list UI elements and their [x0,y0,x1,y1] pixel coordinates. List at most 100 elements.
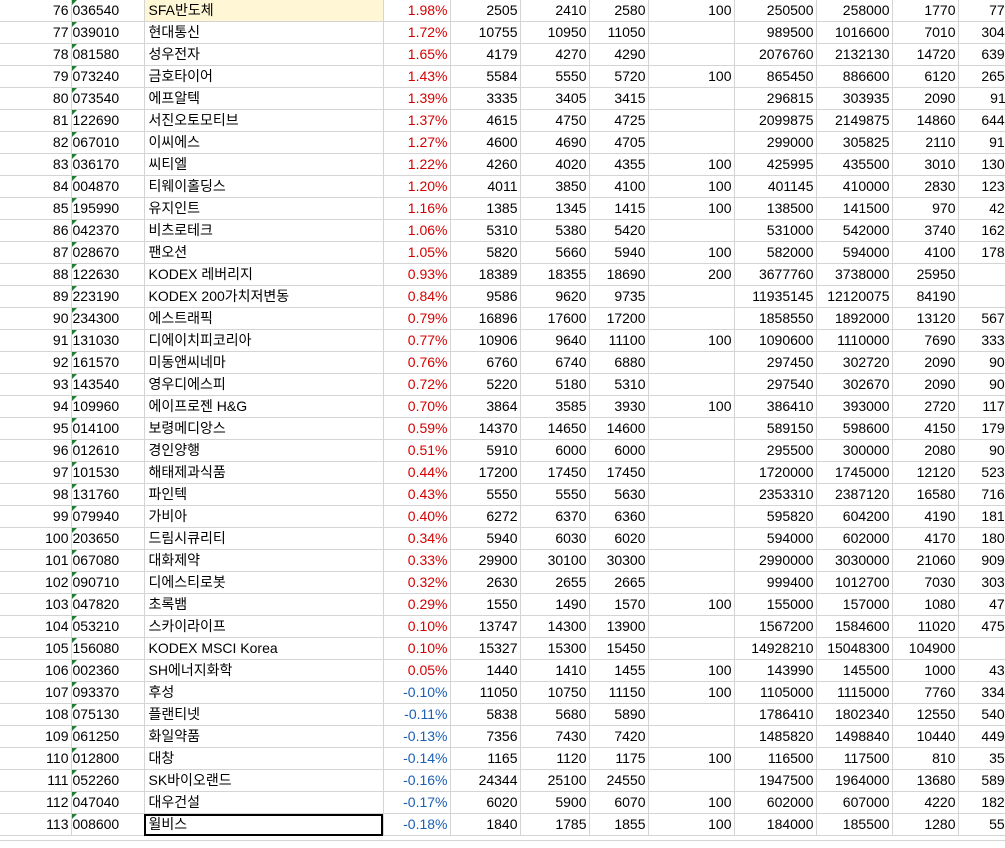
row-index-cell[interactable]: 87 [0,241,72,264]
amount-cell-1[interactable]: 1786410 [734,703,817,726]
amount-cell-2[interactable]: 598600 [816,417,893,440]
unit-cell[interactable] [648,571,735,594]
change-rate-cell[interactable]: 0.84% [383,285,451,308]
unit-cell[interactable]: 100 [648,659,735,682]
row-index-cell[interactable]: 103 [0,593,72,616]
amount-cell-4[interactable]: 6449 [958,109,1005,132]
row-index-cell[interactable]: 91 [0,329,72,352]
price-cell-1[interactable]: 2630 [450,571,521,594]
stock-name-cell[interactable]: 이씨에스 [144,131,384,154]
row-index-cell[interactable]: 96 [0,439,72,462]
price-cell-3[interactable]: 4290 [589,43,649,66]
amount-cell-4[interactable]: 352 [958,747,1005,770]
price-cell-3[interactable]: 11100 [589,329,649,352]
amount-cell-4[interactable]: 424 [958,197,1005,220]
price-cell-1[interactable]: 5820 [450,241,521,264]
price-cell-1[interactable]: 17200 [450,461,521,484]
price-cell-1[interactable]: 1550 [450,593,521,616]
amount-cell-4[interactable]: 1795 [958,417,1005,440]
stock-name-cell[interactable]: 대창 [144,747,384,770]
price-cell-3[interactable]: 17450 [589,461,649,484]
amount-cell-3[interactable]: 2110 [892,131,959,154]
stock-name-cell[interactable]: 초록뱀 [144,593,384,616]
price-cell-2[interactable]: 4750 [520,109,590,132]
amount-cell-2[interactable]: 117500 [816,747,893,770]
change-rate-cell[interactable]: 1.39% [383,87,451,110]
amount-cell-1[interactable]: 595820 [734,505,817,528]
row-index-cell[interactable]: 100 [0,527,72,550]
unit-cell[interactable] [648,637,735,660]
change-rate-cell[interactable]: 0.05% [383,659,451,682]
amount-cell-3[interactable]: 970 [892,197,959,220]
stock-name-cell[interactable]: SFA반도체 [144,0,384,22]
amount-cell-1[interactable]: 531000 [734,219,817,242]
price-cell-3[interactable]: 7420 [589,725,649,748]
amount-cell-2[interactable]: 157000 [816,593,893,616]
amount-cell-2[interactable]: 3030000 [816,549,893,572]
row-index-cell[interactable]: 99 [0,505,72,528]
price-cell-3[interactable]: 6880 [589,351,649,374]
price-cell-2[interactable]: 5380 [520,219,590,242]
price-cell-3[interactable]: 1855 [589,813,649,836]
change-rate-cell[interactable]: 0.59% [383,417,451,440]
unit-cell[interactable] [648,725,735,748]
price-cell-1[interactable]: 6760 [450,351,521,374]
change-rate-cell[interactable]: 1.22% [383,153,451,176]
amount-cell-1[interactable]: 14928210 [734,637,817,660]
row-index-cell[interactable]: 112 [0,791,72,814]
stock-code-cell[interactable]: 002360 [71,659,145,682]
price-cell-3[interactable]: 4355 [589,153,649,176]
price-cell-1[interactable]: 1440 [450,659,521,682]
unit-cell[interactable] [648,373,735,396]
row-index-cell[interactable]: 88 [0,263,72,286]
stock-code-cell[interactable]: 122690 [71,109,145,132]
amount-cell-2[interactable]: 1110000 [816,329,893,352]
amount-cell-2[interactable]: 302670 [816,373,893,396]
stock-code-cell[interactable]: 067010 [71,131,145,154]
unit-cell[interactable]: 100 [648,681,735,704]
stock-code-cell[interactable]: 143540 [71,373,145,396]
stock-code-cell[interactable]: 004870 [71,175,145,198]
stock-code-cell[interactable]: 012610 [71,439,145,462]
amount-cell-3[interactable]: 1080 [892,593,959,616]
row-index-cell[interactable]: 98 [0,483,72,506]
stock-name-cell[interactable]: 비츠로테크 [144,219,384,242]
amount-cell-3[interactable]: 2090 [892,373,959,396]
unit-cell[interactable] [648,109,735,132]
stock-code-cell[interactable]: 008600 [71,813,145,836]
amount-cell-4[interactable]: 5407 [958,703,1005,726]
price-cell-1[interactable]: 14370 [450,417,521,440]
stock-name-cell[interactable]: 에스트래픽 [144,307,384,330]
price-cell-3[interactable]: 3415 [589,87,649,110]
stock-name-cell[interactable]: 윌비스 [144,813,384,836]
change-rate-cell[interactable]: 1.20% [383,175,451,198]
amount-cell-4[interactable]: 2658 [958,65,1005,88]
price-cell-1[interactable]: 10755 [450,21,521,44]
price-cell-1[interactable]: 5584 [450,65,521,88]
amount-cell-3[interactable]: 12550 [892,703,959,726]
price-cell-2[interactable]: 1120 [520,747,590,770]
stock-code-cell[interactable]: 052260 [71,769,145,792]
change-rate-cell[interactable]: 0.51% [383,439,451,462]
stock-name-cell[interactable]: 현대통신 [144,21,384,44]
stock-code-cell[interactable]: 067080 [71,549,145,572]
stock-name-cell[interactable]: 대우건설 [144,791,384,814]
price-cell-2[interactable]: 4690 [520,131,590,154]
amount-cell-1[interactable]: 865450 [734,65,817,88]
amount-cell-2[interactable]: 302720 [816,351,893,374]
stock-code-cell[interactable]: 131760 [71,483,145,506]
amount-cell-1[interactable]: 1567200 [734,615,817,638]
amount-cell-2[interactable]: 145500 [816,659,893,682]
unit-cell[interactable]: 100 [648,153,735,176]
price-cell-3[interactable]: 4705 [589,131,649,154]
change-rate-cell[interactable]: 1.98% [383,0,451,22]
stock-name-cell[interactable]: 티웨이홀딩스 [144,175,384,198]
amount-cell-2[interactable]: 1115000 [816,681,893,704]
price-cell-2[interactable]: 3405 [520,87,590,110]
amount-cell-1[interactable]: 297450 [734,351,817,374]
price-cell-3[interactable]: 4725 [589,109,649,132]
price-cell-1[interactable]: 16896 [450,307,521,330]
amount-cell-2[interactable]: 12120075 [816,285,893,308]
change-rate-cell[interactable]: 1.65% [383,43,451,66]
price-cell-3[interactable]: 6360 [589,505,649,528]
